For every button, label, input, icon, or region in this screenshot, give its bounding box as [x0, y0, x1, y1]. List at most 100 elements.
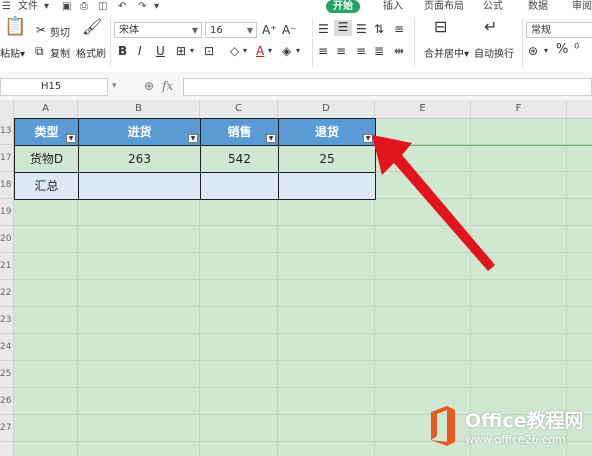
align-left-icon[interactable]: ≡ [318, 44, 328, 58]
row-header-27[interactable]: 27 [0, 415, 13, 442]
dropdown-icon[interactable]: ▾ [190, 44, 194, 58]
filter-dropdown-icon[interactable]: ▼ [66, 134, 76, 143]
copy-icon[interactable]: ⧉ [35, 44, 44, 58]
table-cell[interactable]: 货物D [14, 145, 79, 173]
align-top-icon[interactable]: ☰ [318, 22, 329, 36]
align-middle-icon[interactable]: ☰ [334, 20, 352, 36]
font-size-select[interactable]: 16 ▼ [205, 22, 257, 38]
align-center-icon[interactable]: ≡ [336, 44, 346, 58]
row-header-19[interactable]: 19 [0, 199, 13, 226]
row-header-24[interactable]: 24 [0, 334, 13, 361]
align-right-icon[interactable]: ≡ [356, 44, 366, 58]
dropdown-icon[interactable]: ▾ [268, 44, 272, 58]
undo-icon[interactable]: ↶ [118, 0, 126, 13]
merge-icon[interactable]: ⊡ [204, 44, 214, 58]
column-header-c[interactable]: C [200, 100, 278, 118]
row-header-25[interactable]: 25 [0, 361, 13, 388]
orientation-icon[interactable]: ⇅ [374, 22, 384, 36]
wrap-text-button[interactable]: 自动换行 [474, 45, 514, 60]
copy-button[interactable]: 复制 [50, 45, 70, 60]
tab-formulas[interactable]: 公式 [483, 0, 503, 13]
more-icon[interactable]: ▾ [154, 0, 159, 13]
formula-input[interactable] [183, 78, 592, 96]
cut-button[interactable]: 剪切 [50, 24, 70, 39]
currency-icon[interactable]: ⊛ [528, 44, 538, 58]
row-header-26[interactable]: 26 [0, 388, 13, 415]
dropdown-icon[interactable]: ▾ [112, 79, 117, 93]
row-header-13[interactable]: 13 [0, 118, 13, 145]
header-cell-sales[interactable]: 销售 ▼ [200, 118, 279, 146]
column-header-e[interactable]: E [375, 100, 471, 118]
tab-insert[interactable]: 插入 [383, 0, 403, 13]
tab-home[interactable]: 开始 [326, 0, 360, 13]
merge-center-icon[interactable]: ⊟ [434, 19, 447, 35]
clear-format-icon[interactable]: ◈ [282, 44, 291, 58]
column-header-bar: A B C D E F [0, 100, 592, 119]
font-name-select[interactable]: 宋体 ▼ [114, 22, 202, 38]
row-header-17[interactable]: 17 [0, 145, 13, 172]
number-format-select[interactable]: 常规 [526, 22, 592, 38]
redo-icon[interactable]: ↷ [138, 0, 146, 13]
grid-line [14, 279, 592, 280]
justify-icon[interactable]: ≣ [374, 44, 384, 58]
tab-page-layout[interactable]: 页面布局 [424, 0, 464, 13]
dropdown-icon[interactable]: ▾ [243, 44, 247, 58]
merge-center-button[interactable]: 合并居中▾ [424, 45, 469, 60]
row-header-bar: 13 17 18 19 20 21 22 23 24 25 26 27 [0, 118, 14, 456]
column-header-f[interactable]: F [471, 100, 567, 118]
total-label-cell[interactable]: 汇总 [14, 172, 79, 200]
zoom-icon[interactable]: ⊕ [144, 79, 154, 93]
wrap-lines-icon[interactable]: ≡ [394, 22, 404, 36]
column-header-a[interactable]: A [14, 100, 78, 118]
file-menu[interactable]: 文件 [18, 0, 38, 13]
decrease-font-icon[interactable]: A⁻ [282, 23, 297, 37]
cut-icon[interactable]: ✂ [36, 23, 46, 37]
underline-button[interactable]: U [156, 44, 165, 58]
font-color-button[interactable]: A [256, 44, 264, 58]
paste-button[interactable]: 粘贴▾ [0, 45, 25, 60]
fx-icon[interactable]: fx [162, 79, 173, 93]
column-header-b[interactable]: B [78, 100, 200, 118]
row-header-22[interactable]: 22 [0, 280, 13, 307]
header-cell-type[interactable]: 类型 ▼ [14, 118, 79, 146]
row-header-18[interactable]: 18 [0, 172, 13, 199]
watermark-brand: Office教程网 [465, 410, 584, 432]
distributed-icon[interactable]: ⇹ [394, 44, 404, 58]
row-header-21[interactable]: 21 [0, 253, 13, 280]
table-cell[interactable] [200, 172, 279, 200]
dropdown-icon[interactable]: ▾ [44, 0, 49, 13]
thousands-icon[interactable]: ⁰ [574, 43, 579, 57]
divider [414, 18, 415, 68]
filter-dropdown-icon[interactable]: ▼ [188, 134, 198, 143]
increase-font-icon[interactable]: A⁺ [262, 23, 277, 37]
table-cell[interactable]: 542 [200, 145, 279, 173]
save-icon[interactable]: ▣ [62, 0, 71, 13]
name-box[interactable]: H15 [0, 78, 108, 96]
dropdown-icon[interactable]: ▾ [296, 44, 300, 58]
office-logo-icon [431, 406, 455, 446]
italic-button[interactable]: I [138, 44, 142, 58]
filter-dropdown-icon[interactable]: ▼ [266, 134, 276, 143]
table-cell[interactable] [78, 172, 201, 200]
align-bottom-icon[interactable]: ☰ [356, 22, 367, 36]
wrap-text-icon[interactable]: ↵ [484, 19, 497, 35]
print-icon[interactable]: ⎙ [80, 0, 88, 13]
format-painter-icon[interactable]: 🖌 [82, 19, 102, 35]
row-header-20[interactable]: 20 [0, 226, 13, 253]
header-cell-purchase[interactable]: 进货 ▼ [78, 118, 201, 146]
select-all-corner[interactable] [0, 100, 14, 118]
tab-review[interactable]: 审阅 [572, 0, 592, 13]
row-header-23[interactable]: 23 [0, 307, 13, 334]
bold-button[interactable]: B [118, 44, 127, 58]
border-icon[interactable]: ⊞ [176, 44, 186, 58]
print-preview-icon[interactable]: ◫ [98, 0, 107, 13]
fill-color-icon[interactable]: ◇ [230, 44, 239, 58]
dropdown-icon[interactable]: ▾ [544, 44, 548, 58]
percent-icon[interactable]: % [556, 43, 568, 57]
tab-data[interactable]: 数据 [528, 0, 548, 13]
menu-icon[interactable]: ☰ [2, 0, 11, 13]
table-cell[interactable]: 263 [78, 145, 201, 173]
column-header-d[interactable]: D [278, 100, 375, 118]
format-painter-button[interactable]: 格式刷 [76, 45, 106, 60]
paste-icon[interactable]: 📋 [4, 18, 26, 36]
